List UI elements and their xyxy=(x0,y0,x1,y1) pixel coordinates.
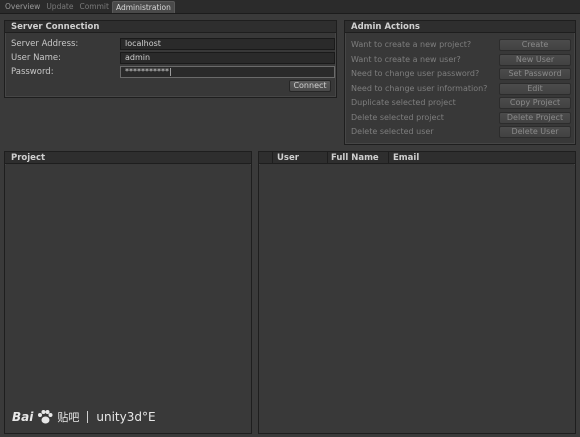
connect-button[interactable]: Connect xyxy=(289,80,331,92)
row-indicator-column xyxy=(259,152,273,164)
server-connection-title: Server Connection xyxy=(5,21,336,33)
watermark-brand: Bai xyxy=(12,410,34,424)
users-list[interactable] xyxy=(259,165,575,433)
create-project-question: Want to create a new project? xyxy=(351,40,472,49)
users-table-panel: User Full Name Email xyxy=(258,151,576,434)
set-password-question: Need to change user password? xyxy=(351,69,480,78)
tab-overview[interactable]: Overview xyxy=(2,0,43,13)
copy-project-question: Duplicate selected project xyxy=(351,98,456,107)
delete-project-question: Delete selected project xyxy=(351,113,444,122)
password-field[interactable]: ***********| xyxy=(120,66,335,78)
paw-icon xyxy=(38,410,53,424)
new-user-question: Want to create a new user? xyxy=(351,55,461,64)
tab-commit[interactable]: Commit xyxy=(76,0,111,13)
username-label: User Name: xyxy=(11,53,62,63)
admin-actions-title: Admin Actions xyxy=(345,21,575,33)
copy-project-button[interactable]: Copy Project xyxy=(499,97,571,109)
baidu-tieba-watermark: Bai 贴吧 unity3d°E xyxy=(12,408,156,426)
server-address-field[interactable]: localhost xyxy=(120,38,335,50)
create-project-button[interactable]: Create xyxy=(499,39,571,51)
admin-actions-panel: Admin Actions Want to create a new proje… xyxy=(344,20,576,145)
edit-user-question: Need to change user information? xyxy=(351,84,488,93)
user-column-header[interactable]: User xyxy=(273,152,328,164)
tab-administration[interactable]: Administration xyxy=(111,1,175,13)
server-address-label: Server Address: xyxy=(11,39,79,49)
project-column-header[interactable]: Project xyxy=(5,152,251,164)
project-list[interactable] xyxy=(5,165,251,433)
full-name-column-header[interactable]: Full Name xyxy=(327,152,389,164)
watermark-text: unity3d°E xyxy=(96,410,156,424)
delete-user-question: Delete selected user xyxy=(351,127,434,136)
username-field[interactable]: admin xyxy=(120,52,335,64)
server-connection-panel: Server Connection Server Address: localh… xyxy=(4,20,337,98)
watermark-brand-suffix: 贴吧 xyxy=(57,411,80,424)
password-label: Password: xyxy=(11,67,54,77)
new-user-button[interactable]: New User xyxy=(499,54,571,66)
tab-bar: Overview Update Commit Administration xyxy=(0,0,580,14)
watermark-separator xyxy=(87,411,89,423)
delete-user-button[interactable]: Delete User xyxy=(499,126,571,138)
set-password-button[interactable]: Set Password xyxy=(499,68,571,80)
edit-user-button[interactable]: Edit xyxy=(499,83,571,95)
delete-project-button[interactable]: Delete Project xyxy=(499,112,571,124)
tab-update[interactable]: Update xyxy=(43,0,76,13)
email-column-header[interactable]: Email xyxy=(389,152,575,164)
project-list-panel: Project xyxy=(4,151,252,434)
